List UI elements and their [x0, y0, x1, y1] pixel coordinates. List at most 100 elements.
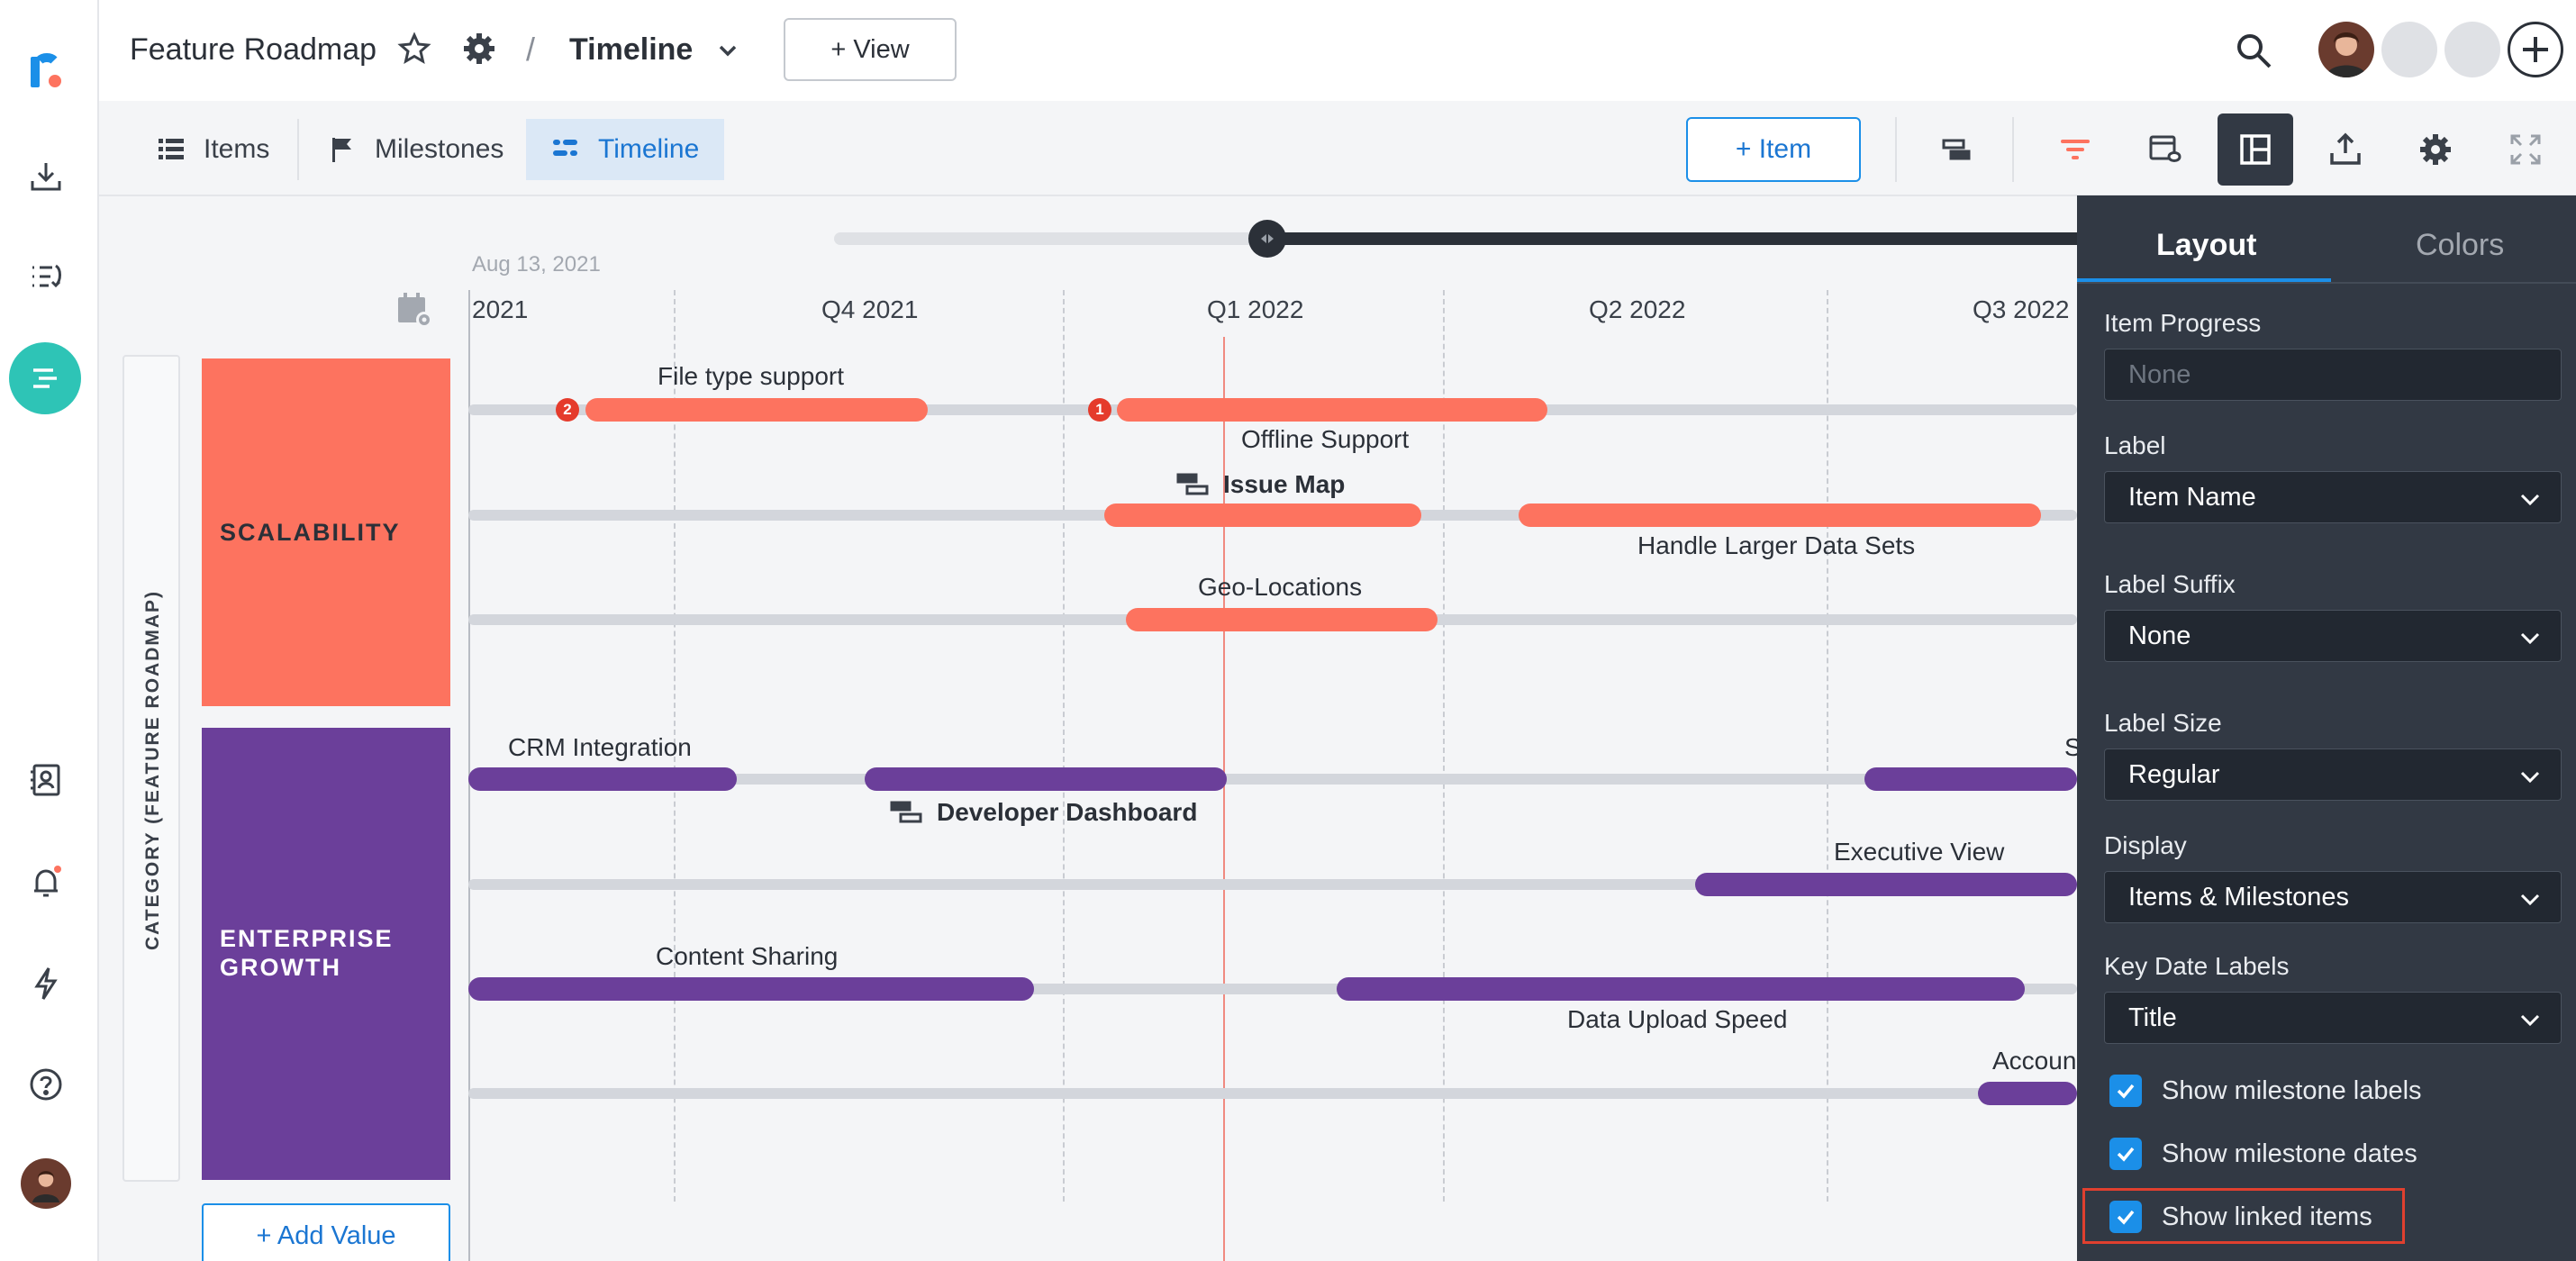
item-bar-truncated[interactable]	[1978, 1082, 2077, 1105]
backlog-icon[interactable]	[21, 252, 71, 303]
layout-panel-button[interactable]	[2218, 113, 2293, 186]
label-size-select[interactable]: Regular	[2104, 748, 2562, 801]
tab-timeline[interactable]: Timeline	[526, 119, 725, 180]
item-label[interactable]: Handle Larger Data Sets	[1637, 531, 1915, 560]
checkbox-label: Show milestone labels	[2162, 1075, 2422, 1105]
group-name: ENTERPRISE GROWTH	[220, 925, 394, 981]
select-value: Items & Milestones	[2128, 882, 2349, 912]
item-label[interactable]: Issue Map	[1223, 470, 1345, 499]
view-settings-button[interactable]	[2398, 113, 2473, 186]
checkbox-checked-icon[interactable]	[2109, 1201, 2142, 1233]
user-avatar[interactable]	[21, 1158, 71, 1209]
item-bar-crm-integration[interactable]	[468, 767, 737, 791]
item-bar-content-sharing[interactable]	[468, 977, 1034, 1001]
quarter-label: Q4 2021	[821, 295, 919, 323]
toolbar-divider	[2012, 117, 2014, 182]
item-label[interactable]: File type support	[658, 362, 844, 391]
item-label[interactable]: Developer Dashboard	[937, 798, 1197, 827]
notifications-bell-icon[interactable]	[21, 857, 71, 908]
add-collaborator-icon[interactable]	[2508, 22, 2563, 77]
select-value: None	[2128, 359, 2191, 389]
tab-divider	[297, 119, 299, 180]
quarter-grid-line	[1827, 290, 1828, 1202]
layout-icon	[2240, 134, 2271, 165]
group-header-enterprise-growth[interactable]: ENTERPRISE GROWTH	[202, 728, 450, 1180]
add-view-button[interactable]: + View	[784, 18, 957, 81]
group-header-scalability[interactable]: SCALABILITY	[202, 358, 450, 706]
collaborator-avatar[interactable]	[2318, 22, 2374, 77]
select-value: Title	[2128, 1002, 2177, 1032]
star-icon[interactable]	[396, 31, 432, 67]
item-label[interactable]: Executive View	[1834, 838, 2004, 866]
show-milestone-dates-checkbox[interactable]: Show milestone dates	[2109, 1138, 2417, 1170]
select-value: Regular	[2128, 759, 2220, 789]
label-suffix-select[interactable]: None	[2104, 610, 2562, 662]
left-rail	[0, 0, 99, 1261]
lightning-icon[interactable]	[21, 958, 71, 1009]
item-label[interactable]: Content Sharing	[656, 942, 838, 971]
item-label[interactable]: Accoun	[1992, 1047, 2076, 1075]
key-date-labels-select[interactable]: Title	[2104, 992, 2562, 1044]
swimlane-toggle-button[interactable]	[1918, 113, 1994, 186]
contacts-icon[interactable]	[21, 755, 71, 805]
item-label[interactable]: Geo-Locations	[1198, 573, 1362, 602]
calendar-settings-icon[interactable]	[395, 290, 434, 330]
add-value-button[interactable]: + Add Value	[202, 1203, 450, 1261]
download-icon[interactable]	[21, 151, 71, 202]
panel-tab-layout[interactable]: Layout	[2156, 228, 2256, 263]
field-label: Item Progress	[2104, 309, 2262, 337]
show-linked-items-checkbox[interactable]: Show linked items	[2109, 1201, 2372, 1233]
search-icon[interactable]	[2234, 31, 2273, 70]
quarter-grid-line	[1443, 290, 1445, 1202]
collaborator-placeholder-avatar[interactable]	[2381, 22, 2437, 77]
gear-icon	[2420, 134, 2451, 165]
item-label[interactable]: Data Upload Speed	[1567, 1005, 1787, 1034]
show-milestone-labels-checkbox[interactable]: Show milestone labels	[2109, 1075, 2422, 1107]
tab-items[interactable]: Items	[132, 119, 295, 180]
field-label: Key Date Labels	[2104, 952, 2290, 980]
settings-gear-icon[interactable]	[461, 31, 497, 67]
fullscreen-button[interactable]	[2488, 113, 2563, 186]
tab-milestones[interactable]: Milestones	[303, 119, 529, 180]
dependency-badge[interactable]: 2	[556, 398, 579, 422]
collaborator-placeholder-avatar[interactable]	[2444, 22, 2500, 77]
item-bar-issue-map[interactable]	[1104, 503, 1421, 527]
item-bar-file-type-support[interactable]	[585, 398, 928, 422]
checkbox-label: Show milestone dates	[2162, 1139, 2417, 1168]
checkbox-checked-icon[interactable]	[2109, 1075, 2142, 1107]
add-item-button[interactable]: + Item	[1686, 117, 1861, 182]
item-bar-developer-dashboard[interactable]	[865, 767, 1227, 791]
dependency-badge[interactable]: 1	[1088, 398, 1111, 422]
tab-milestones-label: Milestones	[375, 134, 504, 164]
checkbox-label: Show linked items	[2162, 1202, 2372, 1231]
view-name[interactable]: Timeline	[569, 32, 693, 68]
item-bar-handle-larger-data-sets[interactable]	[1519, 503, 2041, 527]
zoom-scrubber-handle[interactable]	[1248, 220, 1286, 258]
zoom-scrubber-range[interactable]	[1266, 232, 2086, 245]
item-label[interactable]: Offline Support	[1241, 425, 1409, 454]
item-bar-truncated[interactable]	[1864, 767, 2077, 791]
item-bar-data-upload-speed[interactable]	[1337, 977, 2025, 1001]
item-bar-executive-view[interactable]	[1695, 873, 2077, 896]
roadmaps-icon[interactable]	[9, 342, 81, 414]
tab-items-label: Items	[204, 134, 270, 164]
layout-settings-panel: Layout Colors Item Progress None Label I…	[2077, 195, 2576, 1261]
chevron-down-icon[interactable]	[715, 38, 740, 63]
display-select[interactable]: Items & Milestones	[2104, 871, 2562, 923]
item-bar-offline-support[interactable]	[1117, 398, 1547, 422]
export-button[interactable]	[2308, 113, 2383, 186]
item-label[interactable]: CRM Integration	[508, 733, 692, 762]
roadmunk-logo-icon[interactable]	[21, 47, 71, 97]
zoom-scrubber-track[interactable]	[834, 232, 1266, 245]
roadmap-title[interactable]: Feature Roadmap	[130, 32, 376, 68]
item-progress-select[interactable]: None	[2104, 349, 2562, 401]
filter-button[interactable]	[2037, 113, 2113, 186]
help-icon[interactable]	[21, 1059, 71, 1110]
panel-tab-colors[interactable]: Colors	[2416, 228, 2504, 263]
checkbox-checked-icon[interactable]	[2109, 1138, 2142, 1170]
label-select[interactable]: Item Name	[2104, 471, 2562, 523]
timeline-icon	[553, 140, 577, 156]
linked-items-button[interactable]	[2127, 113, 2203, 186]
list-icon	[159, 139, 184, 159]
item-bar-geo-locations[interactable]	[1126, 608, 1438, 631]
